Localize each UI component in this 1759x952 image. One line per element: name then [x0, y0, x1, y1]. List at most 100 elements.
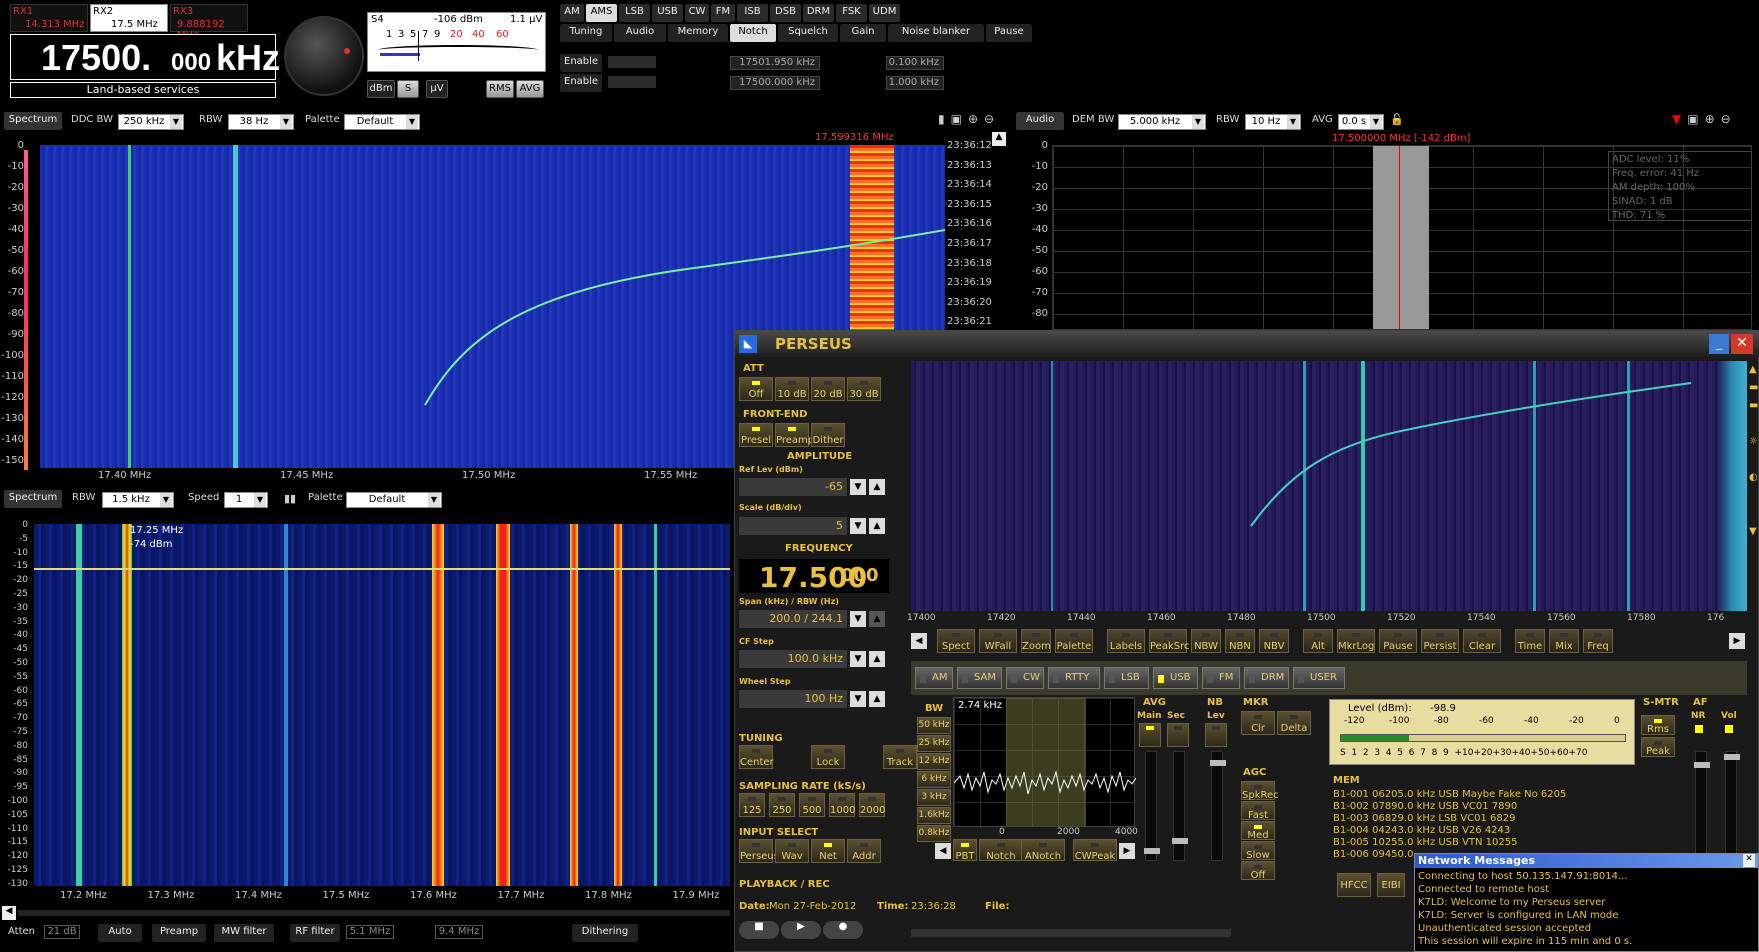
spect-peaksrc[interactable]: PeakSrc [1149, 629, 1189, 653]
att-off[interactable]: Off [739, 377, 773, 401]
mem-entry[interactable]: B1-002 07890.0 kHz USB VC01 7890 [1333, 801, 1693, 813]
mode-udm-button[interactable]: UDM [869, 4, 900, 22]
audio-title[interactable]: Audio [1016, 112, 1064, 130]
spect-wfall[interactable]: WFall [979, 629, 1017, 653]
wheel-up-icon[interactable]: ▲ [869, 691, 885, 707]
tab-squelch[interactable]: Squelch [778, 24, 838, 42]
ref-up-icon[interactable]: ▲ [869, 479, 885, 495]
mode-ams-button[interactable]: AMS [586, 4, 617, 22]
spect-clear[interactable]: Clear [1463, 629, 1501, 653]
sr-125[interactable]: 125 [739, 793, 765, 817]
unit-s-button[interactable]: S [397, 80, 419, 98]
avg-sec-button[interactable] [1167, 723, 1189, 747]
bw-25khz[interactable]: 25 kHz [917, 735, 951, 752]
agc-off[interactable]: Off [1241, 861, 1275, 881]
perseus-mode-sam[interactable]: SAM [957, 667, 1002, 689]
mode-lsb-button[interactable]: LSB [619, 4, 650, 22]
sr-2000[interactable]: 2000 [859, 793, 885, 817]
spect-pause[interactable]: Pause [1379, 629, 1417, 653]
mem-entry[interactable]: B1-003 06829.0 kHz LSB VC01 6829 [1333, 813, 1693, 825]
rf-filter-low[interactable]: 5.1 MHz [346, 925, 394, 939]
agc-slow[interactable]: Slow [1241, 841, 1275, 861]
avg-select[interactable]: 0.0 s [1338, 114, 1384, 130]
mode-fm-button[interactable]: FM [711, 4, 735, 22]
minimize-button[interactable]: _ [1709, 334, 1729, 354]
notch-enable-2[interactable]: Enable [560, 74, 602, 92]
perseus-waterfall[interactable] [911, 361, 1747, 611]
rx1-tab[interactable]: RX1 14.313 MHz [10, 4, 88, 32]
spect-time[interactable]: Time [1515, 629, 1545, 653]
agc-med[interactable]: Med [1241, 821, 1275, 841]
mode-isb-button[interactable]: ISB [737, 4, 768, 22]
nb-slider[interactable] [1210, 751, 1226, 861]
nb-button[interactable] [1205, 723, 1227, 747]
hfcc-button[interactable]: HFCC [1337, 873, 1371, 897]
netmsg-close-icon[interactable]: ✕ [1743, 854, 1755, 867]
notch-width-1[interactable]: 0.100 kHz [886, 56, 944, 70]
agc-fast[interactable]: Fast [1241, 801, 1275, 821]
mem-entry[interactable]: B1-004 04243.0 kHz USB V26 4243 [1333, 825, 1693, 837]
sr-1000[interactable]: 1000 [829, 793, 855, 817]
input-net[interactable]: Net [811, 839, 845, 863]
smtr-peak[interactable]: Peak [1641, 737, 1675, 757]
att-30db[interactable]: 30 dB [847, 377, 881, 401]
mode-usb-button[interactable]: USB [652, 4, 683, 22]
scale-field[interactable]: 5 [739, 517, 847, 535]
perseus-mode-am[interactable]: AM [915, 667, 953, 689]
spect-freq[interactable]: Freq [1583, 629, 1613, 653]
bw-3khz[interactable]: 3 kHz [917, 789, 951, 806]
tuning-track[interactable]: Track [883, 745, 917, 769]
rbw-audio-select[interactable]: 10 Hz [1245, 114, 1301, 130]
notch-freq-1[interactable]: 17501.950 kHz [730, 56, 820, 70]
filter-anotch[interactable]: ANotch [1021, 839, 1065, 862]
spect-zoom[interactable]: Zoom [1021, 629, 1051, 653]
dem-bw-select[interactable]: 5.000 kHz [1118, 114, 1206, 130]
span-down-icon[interactable]: ▼ [850, 611, 866, 627]
playback-progress[interactable] [911, 929, 1231, 937]
mode-drm-button[interactable]: DRM [803, 4, 834, 22]
tab-pause[interactable]: Pause [986, 24, 1032, 42]
att-20db[interactable]: 20 dB [811, 377, 845, 401]
filter-cwpeak[interactable]: CWPeak [1073, 839, 1117, 862]
ref-down-icon[interactable]: ▼ [850, 479, 866, 495]
tab-audio[interactable]: Audio [614, 24, 666, 42]
perseus-mode-rtty[interactable]: RTTY [1048, 667, 1100, 689]
rx2-tab[interactable]: RX2 17.5 MHz [90, 4, 168, 32]
perseus-right-toolbar[interactable]: ▲ ▬ ▬ ☼ ◐ ▼ [1749, 361, 1759, 611]
perseus-mode-fm[interactable]: FM [1202, 667, 1240, 689]
rms-button[interactable]: RMS [486, 80, 514, 98]
eibi-button[interactable]: EIBI [1377, 873, 1405, 897]
mem-entry[interactable]: B1-005 10255.0 kHz USB VTN 10255 [1333, 837, 1693, 849]
vol-slider[interactable] [1724, 751, 1740, 861]
spect-mix[interactable]: Mix [1549, 629, 1579, 653]
mw-filter-button[interactable]: MW filter [214, 924, 274, 942]
notch-freq-2[interactable]: 17500.000 kHz [730, 76, 820, 90]
ddc-bw-select[interactable]: 250 kHz [118, 114, 184, 130]
preamp-button[interactable]: Preamp [152, 924, 206, 942]
dithering-button[interactable]: Dithering [572, 924, 638, 942]
smtr-rms[interactable]: Rms [1641, 715, 1675, 735]
avg-button[interactable]: AVG [516, 80, 544, 98]
rf-filter-high[interactable]: 9.4 MHz [435, 925, 483, 939]
perseus-freq-display[interactable]: 17.500 000 [739, 559, 889, 594]
avg-sec-slider[interactable] [1172, 751, 1188, 861]
fe-dither[interactable]: Dither [811, 423, 845, 447]
mkr-delta[interactable]: Delta [1277, 711, 1311, 735]
notch-width-2[interactable]: 1.000 kHz [886, 76, 944, 90]
input-perseus[interactable]: Perseus [739, 839, 779, 863]
span-up-icon[interactable]: ▲ [869, 611, 885, 627]
bw-16khz[interactable]: 1.6kHz [917, 807, 951, 824]
main-frequency-display[interactable]: 17500. 000 kHz [10, 34, 280, 80]
tuning-lock[interactable]: Lock [811, 745, 845, 769]
rbw2-select[interactable]: 1.5 kHz [102, 492, 174, 508]
bw-12khz[interactable]: 12 kHz [917, 753, 951, 770]
filter-pbt[interactable]: PBT [953, 839, 977, 862]
spect-right-icon[interactable]: ▶ [1729, 633, 1745, 649]
spect-palette[interactable]: Palette [1055, 629, 1093, 653]
perseus-mode-user[interactable]: USER [1293, 667, 1345, 689]
perseus-mode-drm[interactable]: DRM [1244, 667, 1289, 689]
spectrum1-toolbar-icons[interactable]: ▮▣⊕⊖ [938, 112, 1008, 128]
perseus-mode-usb[interactable]: USB [1153, 667, 1198, 689]
stop-button[interactable]: ■ [739, 921, 779, 939]
audio-toolbar-icons[interactable]: ▼▣⊕⊖ [1672, 112, 1752, 126]
